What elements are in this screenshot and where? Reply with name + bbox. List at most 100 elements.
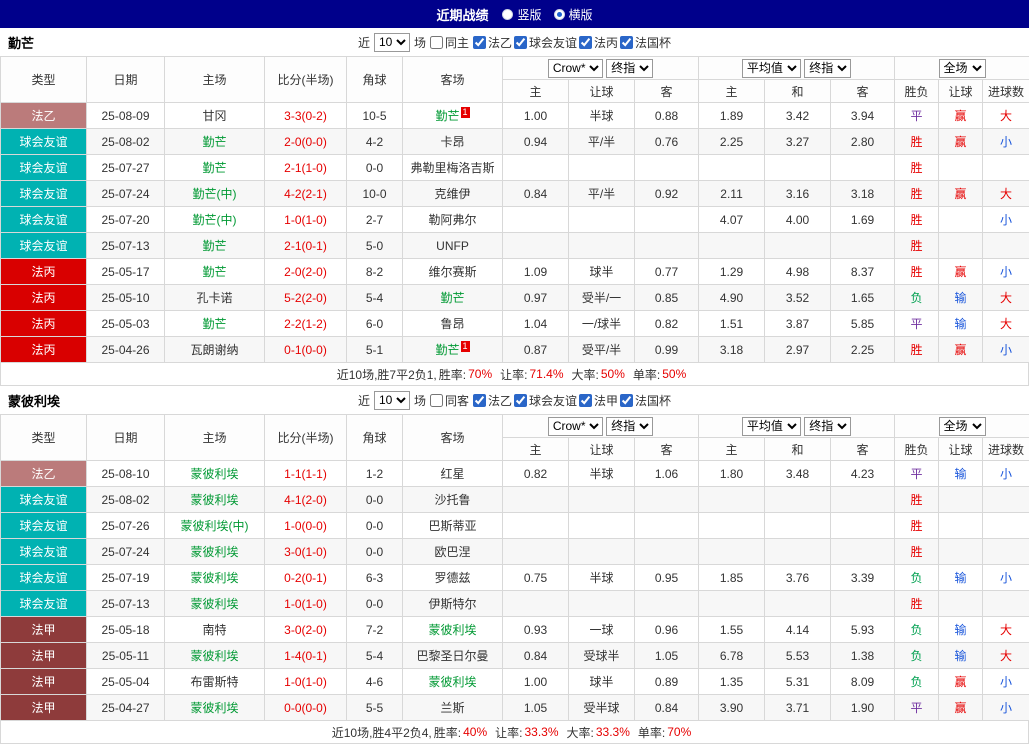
league-filter[interactable]: 球会友谊 xyxy=(514,34,577,51)
same-venue-checkbox[interactable] xyxy=(430,394,443,407)
asian-handicap xyxy=(569,207,635,233)
match-count-select[interactable]: 10 xyxy=(374,391,410,410)
avg-away-odds: 4.23 xyxy=(831,461,895,487)
page-title: 近期战绩 xyxy=(436,5,488,24)
league-filter[interactable]: 法国杯 xyxy=(620,392,671,409)
avg-stage-select[interactable]: 终指 xyxy=(804,417,851,436)
handicap-result xyxy=(939,513,983,539)
summary-stat-label: 大率: xyxy=(572,366,599,383)
handicap-result: 赢 xyxy=(939,181,983,207)
match-result: 胜 xyxy=(895,207,939,233)
avg-home-odds: 3.90 xyxy=(699,695,765,721)
avg-odds-select[interactable]: 平均值 xyxy=(742,59,801,78)
avg-odds-select[interactable]: 平均值 xyxy=(742,417,801,436)
col-header-corners: 角球 xyxy=(347,415,403,461)
summary-line: 近10场,胜7平2负1, 胜率:70%让率:71.4%大率:50%单率:50% xyxy=(0,363,1029,386)
avg-stage-select[interactable]: 终指 xyxy=(804,59,851,78)
match-count-select[interactable]: 10 xyxy=(374,33,410,52)
avg-away-odds: 5.93 xyxy=(831,617,895,643)
goals-result: 大 xyxy=(983,643,1029,669)
asian-home-odds: 1.09 xyxy=(503,259,569,285)
avg-draw-odds: 4.00 xyxy=(765,207,831,233)
league-filter-checkbox[interactable] xyxy=(620,36,633,49)
radio-icon[interactable] xyxy=(502,9,513,20)
handicap-result xyxy=(939,207,983,233)
layout-radios: 竖版横版 xyxy=(502,6,592,23)
asian-handicap: 半球 xyxy=(569,103,635,129)
layout-radio[interactable]: 竖版 xyxy=(502,6,541,23)
avg-home-odds: 1.85 xyxy=(699,565,765,591)
match-result: 负 xyxy=(895,669,939,695)
col-header-euro-away: 客 xyxy=(831,80,895,103)
league-filter-checkbox[interactable] xyxy=(473,394,486,407)
scope-select[interactable]: 全场 xyxy=(939,417,986,436)
match-date: 25-07-26 xyxy=(87,513,165,539)
score: 3-0(1-0) xyxy=(265,539,347,565)
match-row: 球会友谊25-07-19蒙彼利埃0-2(0-1)6-3罗德兹0.75半球0.95… xyxy=(1,565,1029,591)
col-header-handicap-result: 让球 xyxy=(939,438,983,461)
home-team: 勤芒 xyxy=(165,129,265,155)
league-filter[interactable]: 法甲 xyxy=(579,392,618,409)
odds-stage-select[interactable]: 终指 xyxy=(606,59,653,78)
asian-away-odds xyxy=(635,233,699,259)
same-venue-filter[interactable]: 同客 xyxy=(430,392,469,409)
home-team: 南特 xyxy=(165,617,265,643)
league-filter-checkbox[interactable] xyxy=(620,394,633,407)
avg-home-odds: 1.29 xyxy=(699,259,765,285)
league-filter[interactable]: 球会友谊 xyxy=(514,392,577,409)
league-filter[interactable]: 法乙 xyxy=(473,392,512,409)
asian-handicap xyxy=(569,233,635,259)
handicap-result: 输 xyxy=(939,565,983,591)
goals-result: 大 xyxy=(983,617,1029,643)
handicap-result: 输 xyxy=(939,617,983,643)
match-result: 胜 xyxy=(895,337,939,363)
goals-result xyxy=(983,155,1029,181)
avg-away-odds: 8.09 xyxy=(831,669,895,695)
odds-company-select[interactable]: Crow* xyxy=(548,417,603,436)
avg-draw-odds xyxy=(765,539,831,565)
asian-handicap: 受平/半 xyxy=(569,337,635,363)
league-filter-label: 法丙 xyxy=(594,34,618,51)
same-venue-filter[interactable]: 同主 xyxy=(430,34,469,51)
avg-draw-odds: 5.31 xyxy=(765,669,831,695)
league-filter-label: 法国杯 xyxy=(635,34,671,51)
asian-away-odds: 0.89 xyxy=(635,669,699,695)
odds-stage-select[interactable]: 终指 xyxy=(606,417,653,436)
col-header-home: 主场 xyxy=(165,57,265,103)
league-filters: 法乙球会友谊法甲法国杯 xyxy=(473,392,671,409)
league-filter[interactable]: 法乙 xyxy=(473,34,512,51)
match-row: 法丙25-05-17勤芒2-0(2-0)8-2维尔赛斯1.09球半0.771.2… xyxy=(1,259,1029,285)
league-filter-checkbox[interactable] xyxy=(579,36,592,49)
away-team: 巴斯蒂亚 xyxy=(403,513,503,539)
handicap-result: 输 xyxy=(939,311,983,337)
asian-home-odds: 1.05 xyxy=(503,695,569,721)
same-venue-label: 同主 xyxy=(445,34,469,51)
league-type-badge: 法甲 xyxy=(1,669,87,695)
col-header-asian-away: 客 xyxy=(635,80,699,103)
asian-home-odds xyxy=(503,591,569,617)
league-type-badge: 法乙 xyxy=(1,461,87,487)
col-header-type: 类型 xyxy=(1,415,87,461)
radio-icon[interactable] xyxy=(554,9,565,20)
asian-home-odds: 0.87 xyxy=(503,337,569,363)
scope-select[interactable]: 全场 xyxy=(939,59,986,78)
layout-radio[interactable]: 横版 xyxy=(554,6,593,23)
league-filter[interactable]: 法国杯 xyxy=(620,34,671,51)
match-date: 25-08-02 xyxy=(87,129,165,155)
avg-away-odds xyxy=(831,591,895,617)
avg-home-odds: 4.90 xyxy=(699,285,765,311)
league-filter[interactable]: 法丙 xyxy=(579,34,618,51)
col-header-asian-home: 主 xyxy=(503,438,569,461)
league-filter-checkbox[interactable] xyxy=(514,36,527,49)
league-type-badge: 球会友谊 xyxy=(1,539,87,565)
summary-stat-label: 胜率: xyxy=(439,366,466,383)
league-filter-checkbox[interactable] xyxy=(473,36,486,49)
odds-company-select[interactable]: Crow* xyxy=(548,59,603,78)
same-venue-checkbox[interactable] xyxy=(430,36,443,49)
league-filter-checkbox[interactable] xyxy=(579,394,592,407)
col-header-handicap-result: 让球 xyxy=(939,80,983,103)
league-filter-checkbox[interactable] xyxy=(514,394,527,407)
avg-draw-odds: 5.53 xyxy=(765,643,831,669)
match-date: 25-05-03 xyxy=(87,311,165,337)
match-row: 法甲25-04-27蒙彼利埃0-0(0-0)5-5兰斯1.05受半球0.843.… xyxy=(1,695,1029,721)
